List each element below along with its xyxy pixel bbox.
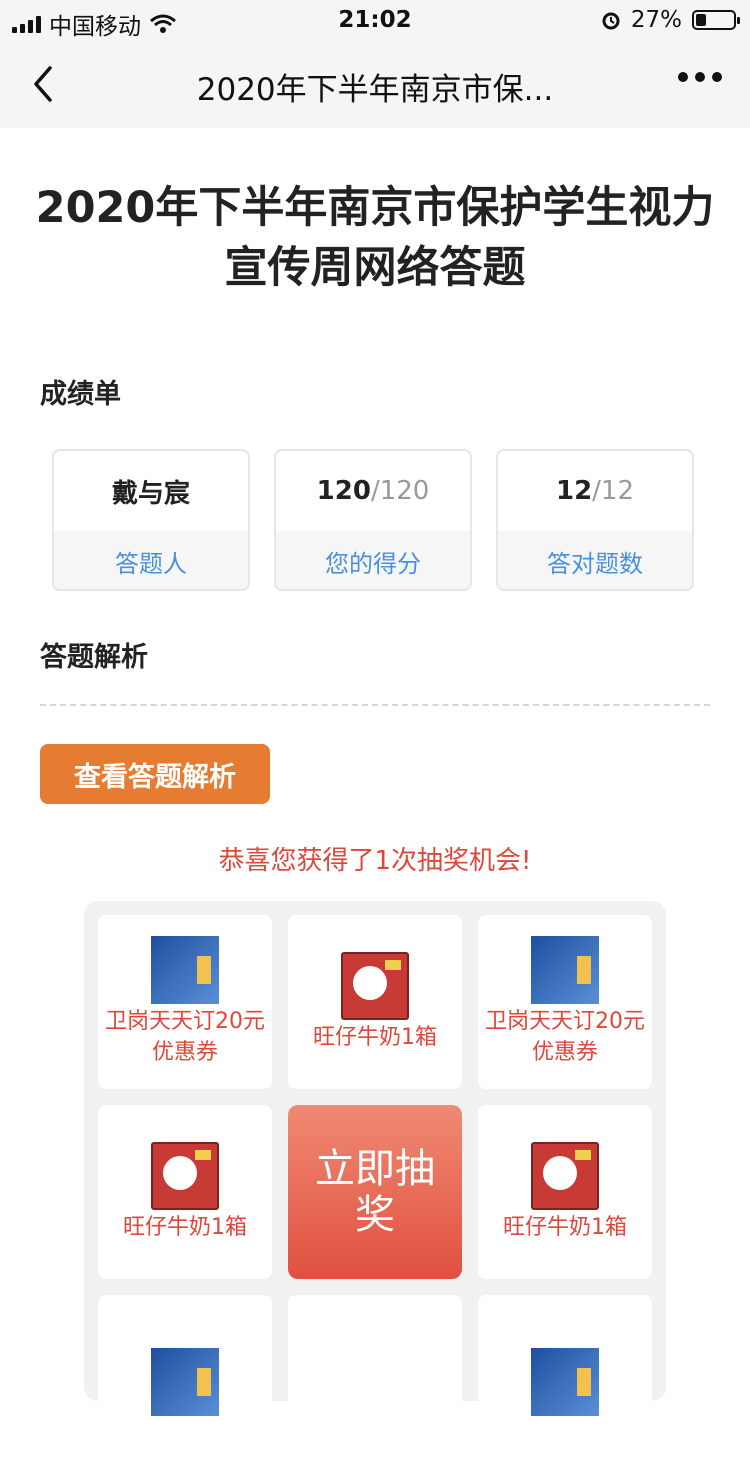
prize-cell [288,1295,462,1469]
back-icon[interactable] [28,64,68,104]
congrats-message: 恭喜您获得了1次抽奖机会! [218,846,532,876]
status-bar: 中国移动 21:02 27% [0,0,750,42]
coupon-image [531,1348,599,1416]
milk-box-image [151,1141,219,1210]
score-value-main: 120 [316,476,371,506]
view-analysis-button[interactable]: 查看答题解析 [40,744,270,804]
milk-box-image [341,951,409,1020]
prize-cell: 旺仔牛奶1箱 [288,915,462,1089]
coupon-image [151,936,219,1004]
prize-cell [478,1295,652,1469]
score-section-title: 成绩单 [40,379,121,410]
prize-cell: 卫岗天天订20元优惠券 [98,915,272,1089]
prize-name: 旺仔牛奶1箱 [123,1214,247,1240]
battery-percent: 27% [630,7,682,33]
score-card-score: 120/120 您的得分 [274,449,472,591]
battery-icon [692,10,740,30]
correct-value-main: 12 [555,476,593,506]
draw-button[interactable]: 立即抽奖 [288,1105,462,1279]
lottery-grid: 卫岗天天订20元优惠券 旺仔牛奶1箱 卫岗天天订20元优惠券 旺仔牛奶1箱 立即… [84,901,666,1469]
prize-cell: 旺仔牛奶1箱 [478,1105,652,1279]
prize-name: 旺仔牛奶1箱 [313,1024,437,1050]
milk-box-image [531,1141,599,1210]
score-card-correct: 12/12 答对题数 [496,449,694,591]
prize-cell: 旺仔牛奶1箱 [98,1105,272,1279]
score-value: 120/120 [276,451,470,531]
score-label: 您的得分 [276,531,470,589]
nav-title: 2020年下半年南京市保... [196,72,554,108]
score-cards: 戴与宸 答题人 120/120 您的得分 12/12 答对题数 [52,449,698,591]
prize-name: 卫岗天天订20元优惠券 [105,1009,265,1065]
score-value-total: /120 [370,476,430,506]
more-icon[interactable] [678,72,722,82]
analysis-section-title: 答题解析 [40,642,148,673]
coupon-image [531,936,599,1004]
prize-name: 旺仔牛奶1箱 [503,1214,627,1240]
correct-value: 12/12 [498,451,692,531]
prize-cell [98,1295,272,1469]
prize-cell: 卫岗天天订20元优惠券 [478,915,652,1089]
status-right: 27% [601,7,740,33]
coupon-image [151,1348,219,1416]
correct-value-total: /12 [592,476,635,506]
participant-label: 答题人 [54,531,248,589]
score-card-participant: 戴与宸 答题人 [52,449,250,591]
prize-name: 卫岗天天订20元优惠券 [485,1009,645,1065]
alarm-icon [602,12,620,30]
page-title: 2020年下半年南京市保护学生视力宣传周网络答题 [35,183,715,293]
divider [40,704,710,706]
correct-label: 答对题数 [498,531,692,589]
nav-bar: 2020年下半年南京市保... [0,42,750,128]
participant-name: 戴与宸 [111,478,190,509]
